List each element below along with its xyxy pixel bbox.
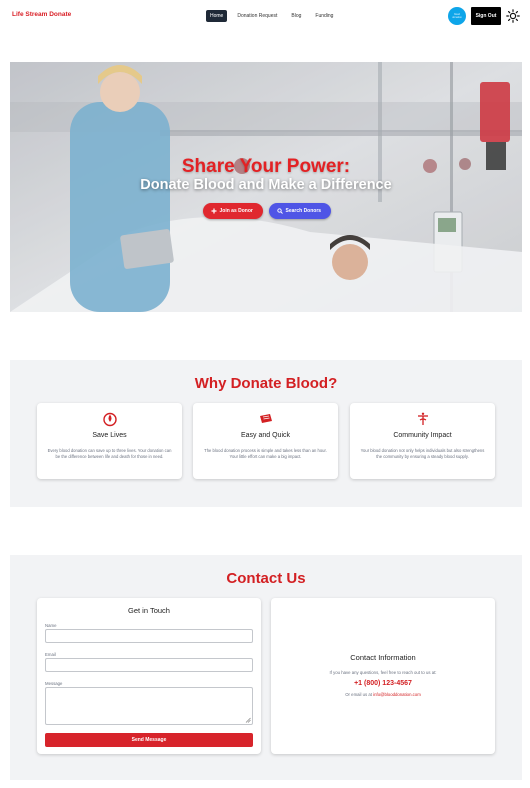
- nav-links: Home Donation Request Blog Funding: [206, 10, 337, 22]
- card-description: Every blood donation can save up to thre…: [47, 448, 172, 459]
- contact-info-card: Contact Information If you have any ques…: [271, 598, 495, 754]
- contact-form-title: Get in Touch: [128, 606, 170, 615]
- nav-link-home[interactable]: Home: [206, 10, 228, 22]
- hero-subtitle: Donate Blood and Make a Difference: [140, 177, 392, 193]
- ticket-icon: [260, 414, 272, 423]
- hero-title: Share Your Power:: [181, 156, 351, 177]
- card-title: Easy and Quick: [240, 432, 291, 439]
- user-avatar[interactable]: blood donation: [448, 7, 466, 25]
- sun-icon[interactable]: [506, 9, 520, 23]
- contact-info-prompt: If you have any questions, feel free to …: [329, 670, 437, 675]
- card-title: Community Impact: [393, 432, 452, 439]
- contact-form-card: Get in Touch Name Email Message Send Mes…: [37, 598, 261, 754]
- blood-drop-icon: [103, 412, 117, 427]
- contact-info-title: Contact Information: [350, 653, 416, 662]
- join-as-donor-button[interactable]: Join as Donor: [202, 203, 263, 219]
- name-field[interactable]: [45, 629, 253, 643]
- search-donors-button[interactable]: Search Donors: [268, 203, 331, 219]
- why-donate-heading: Why Donate Blood?: [194, 375, 338, 392]
- email-field[interactable]: [45, 658, 253, 672]
- card-description: Your blood donation not only helps indiv…: [360, 448, 485, 459]
- contact-heading: Contact Us: [226, 570, 306, 587]
- card-save-lives: Save Lives Every blood donation can save…: [37, 403, 182, 479]
- contact-email-link[interactable]: info@blooddonation.com: [373, 692, 421, 697]
- why-donate-section: Why Donate Blood? Save Lives Every blood…: [10, 360, 522, 507]
- card-easy-and-quick: Easy and Quick The blood donation proces…: [193, 403, 338, 479]
- avatar-text: blood donation: [452, 13, 462, 19]
- message-label: Message: [45, 681, 63, 686]
- sign-out-button[interactable]: Sign Out: [471, 7, 501, 25]
- plus-icon: [211, 208, 216, 214]
- community-icon: [418, 412, 428, 425]
- card-title: Save Lives: [92, 432, 127, 439]
- nav-link-donation-request[interactable]: Donation Request: [233, 10, 281, 22]
- top-navbar: Life Stream Donate Home Donation Request…: [0, 0, 530, 32]
- email-label: Email: [45, 652, 56, 657]
- search-donors-label: Search Donors: [285, 208, 322, 214]
- contact-email-line: Or email us at info@blooddonation.com: [271, 692, 495, 697]
- card-description: The blood donation process is simple and…: [204, 448, 327, 459]
- email-prefix: Or email us at: [345, 692, 374, 697]
- brand-logo-text[interactable]: Life Stream Donate: [12, 11, 71, 18]
- hero-banner: Share Your Power: Donate Blood and Make …: [10, 62, 522, 312]
- join-as-donor-label: Join as Donor: [219, 208, 253, 214]
- send-message-button[interactable]: Send Message: [45, 733, 253, 747]
- search-icon: [276, 208, 283, 214]
- card-community-impact: Community Impact Your blood donation not…: [350, 403, 495, 479]
- name-label: Name: [45, 623, 57, 628]
- nav-link-funding[interactable]: Funding: [311, 10, 337, 22]
- contact-section: Contact Us Get in Touch Name Email Messa…: [10, 555, 522, 780]
- resize-grip-icon[interactable]: [245, 717, 251, 723]
- nav-link-blog[interactable]: Blog: [287, 10, 305, 22]
- hero-actions: Join as Donor Search Donors: [10, 203, 522, 219]
- message-textarea[interactable]: [45, 687, 253, 725]
- contact-phone-link[interactable]: +1 (800) 123-4567: [271, 680, 495, 687]
